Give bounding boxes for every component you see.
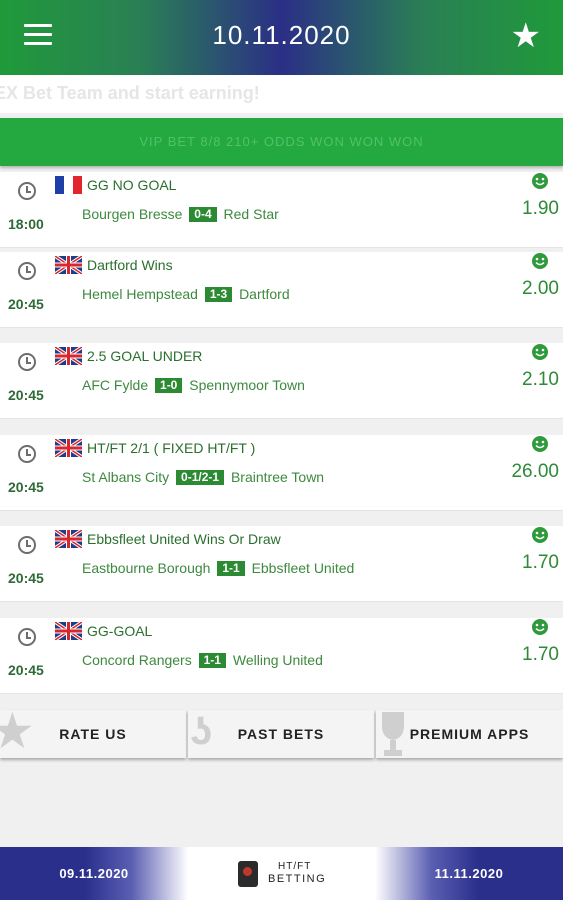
previous-date-label: 09.11.2020 [59, 866, 129, 881]
next-day-button[interactable]: 11.11.2020 [375, 847, 563, 900]
bet-odds: 2.10 [522, 369, 559, 390]
bet-match: Bourgen Bresse 0-4 Red Star [82, 206, 279, 222]
bet-match: Hemel Hempstead 1-3 Dartford [82, 286, 290, 302]
previous-day-button[interactable]: 09.11.2020 [0, 847, 188, 900]
bet-tip: GG-GOAL [87, 623, 153, 639]
next-date-label: 11.11.2020 [434, 866, 504, 881]
uk-flag-icon [55, 256, 82, 274]
bet-time: 20:45 [8, 296, 44, 312]
bet-row[interactable]: 20:45 GG-GOAL Concord Rangers 1-1 Wellin… [0, 618, 563, 694]
uk-flag-icon [55, 347, 82, 365]
smiley-icon [532, 173, 548, 189]
score-badge: 0-4 [189, 207, 217, 222]
rate-us-label: RATE US [59, 726, 127, 742]
premium-apps-label: PREMIUM APPS [409, 726, 530, 742]
bet-tip: 2.5 GOAL UNDER [87, 348, 203, 364]
uk-flag-icon [55, 622, 82, 640]
smiley-icon [532, 619, 548, 635]
bet-row[interactable]: 20:45 Dartford Wins Hemel Hempstead 1-3 … [0, 252, 563, 328]
away-team: Dartford [239, 286, 290, 302]
uk-flag-icon [55, 439, 82, 457]
bet-odds: 1.90 [522, 198, 559, 219]
logo-image-icon [238, 861, 258, 887]
app-screen: 10.11.2020 ★ EX Bet Team and start earni… [0, 0, 563, 900]
away-team: Red Star [223, 206, 279, 222]
home-team: Concord Rangers [82, 652, 192, 668]
bet-odds: 2.00 [522, 278, 559, 299]
home-team: St Albans City [82, 469, 170, 485]
clock-icon [18, 353, 36, 371]
home-team: Hemel Hempstead [82, 286, 198, 302]
bet-odds: 1.70 [522, 644, 559, 665]
clock-icon [18, 262, 36, 280]
app-logo: HT/FT BETTING [238, 859, 328, 889]
star-icon[interactable]: ★ [511, 18, 541, 54]
score-badge: 0-1/2-1 [176, 470, 225, 485]
home-team: Bourgen Bresse [82, 206, 183, 222]
bet-odds: 1.70 [522, 552, 559, 573]
vip-banner-text: VIP BET 8/8 210+ ODDS WON WON WON [139, 134, 424, 149]
away-team: Welling United [232, 652, 323, 668]
bet-tip: GG NO GOAL [87, 177, 177, 193]
bet-time: 18:00 [8, 216, 44, 232]
home-team: Eastbourne Borough [82, 560, 211, 576]
smiley-icon [532, 436, 548, 452]
logo-text-bottom: BETTING [268, 873, 327, 885]
bet-match: Eastbourne Borough 1-1 Ebbsfleet United [82, 560, 354, 576]
app-header: 10.11.2020 ★ [0, 0, 563, 75]
header-date: 10.11.2020 [212, 20, 351, 50]
bottom-date-nav: 09.11.2020 HT/FT BETTING 11.11.2020 [0, 847, 563, 900]
bet-row[interactable]: 18:00 GG NO GOAL Bourgen Bresse 0-4 Red … [0, 172, 563, 248]
bet-time: 20:45 [8, 387, 44, 403]
home-team: AFC Fylde [82, 377, 149, 393]
vip-banner[interactable]: VIP BET 8/8 210+ ODDS WON WON WON [0, 118, 563, 166]
logo-text-top: HT/FT [278, 861, 312, 872]
smiley-icon [532, 527, 548, 543]
past-bets-label: PAST BETS [237, 726, 325, 742]
bet-match: Concord Rangers 1-1 Welling United [82, 652, 323, 668]
bet-match: AFC Fylde 1-0 Spennymoor Town [82, 377, 305, 393]
score-badge: 1-3 [204, 287, 233, 302]
bet-row[interactable]: 20:45 2.5 GOAL UNDER AFC Fylde 1-0 Spenn… [0, 343, 563, 419]
clock-icon [18, 445, 36, 463]
bet-row[interactable]: 20:45 Ebbsfleet United Wins Or Draw East… [0, 526, 563, 602]
away-team: Spennymoor Town [189, 377, 305, 393]
bet-time: 20:45 [8, 479, 44, 495]
france-flag-icon [55, 176, 82, 194]
smiley-icon [532, 344, 548, 360]
away-team: Braintree Town [230, 469, 325, 485]
uk-flag-icon [55, 530, 82, 548]
rate-us-button[interactable]: ★ RATE US [0, 710, 186, 758]
bet-row[interactable]: 20:45 HT/FT 2/1 ( FIXED HT/FT ) St Alban… [0, 435, 563, 511]
marquee-banner: EX Bet Team and start earning! [0, 75, 563, 113]
clock-icon [18, 628, 36, 646]
past-bets-button[interactable]: ʖ PAST BETS [188, 710, 374, 758]
bet-odds: 26.00 [511, 461, 559, 482]
clock-icon [18, 182, 36, 200]
smiley-icon [532, 253, 548, 269]
score-badge: 1-1 [217, 561, 245, 576]
bet-time: 20:45 [8, 662, 44, 678]
bet-tip: HT/FT 2/1 ( FIXED HT/FT ) [87, 440, 256, 456]
premium-apps-button[interactable]: PREMIUM APPS [376, 710, 563, 758]
bet-time: 20:45 [8, 570, 44, 586]
action-bar: ★ RATE US ʖ PAST BETS PREMIUM APPS [0, 710, 563, 758]
bet-tip: Dartford Wins [87, 257, 173, 273]
score-badge: 1-1 [198, 653, 226, 668]
clock-icon [18, 536, 36, 554]
score-badge: 1-0 [155, 378, 183, 393]
bet-match: St Albans City 0-1/2-1 Braintree Town [82, 469, 324, 485]
marquee-text: EX Bet Team and start earning! [0, 83, 260, 103]
away-team: Ebbsfleet United [251, 560, 355, 576]
bet-tip: Ebbsfleet United Wins Or Draw [87, 531, 281, 547]
